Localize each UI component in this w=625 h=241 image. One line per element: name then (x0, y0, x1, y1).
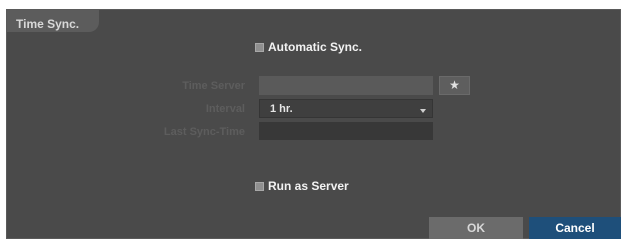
time-server-label: Time Server (182, 80, 245, 92)
interval-label: Interval (205, 103, 245, 115)
ok-button[interactable]: OK (429, 217, 523, 239)
last-sync-time-display (259, 122, 433, 140)
chevron-down-icon (420, 109, 426, 113)
time-sync-dialog: Time Sync. Automatic Sync. Time Server ★… (6, 9, 621, 239)
last-sync-time-label: Last Sync-Time (163, 126, 245, 138)
dialog-title: Time Sync. (16, 17, 80, 31)
time-server-input[interactable] (259, 76, 433, 95)
interval-select[interactable]: 1 hr. (259, 99, 433, 118)
cancel-button[interactable]: Cancel (529, 217, 621, 239)
dialog-title-tab: Time Sync. (7, 10, 99, 32)
run-as-server-label: Run as Server (268, 179, 349, 193)
automatic-sync-checkbox[interactable] (255, 43, 264, 52)
run-as-server-checkbox[interactable] (255, 182, 264, 191)
interval-value: 1 hr. (270, 103, 293, 115)
star-icon: ★ (449, 78, 460, 92)
automatic-sync-label: Automatic Sync. (268, 40, 363, 54)
time-server-search-button[interactable]: ★ (439, 76, 470, 95)
